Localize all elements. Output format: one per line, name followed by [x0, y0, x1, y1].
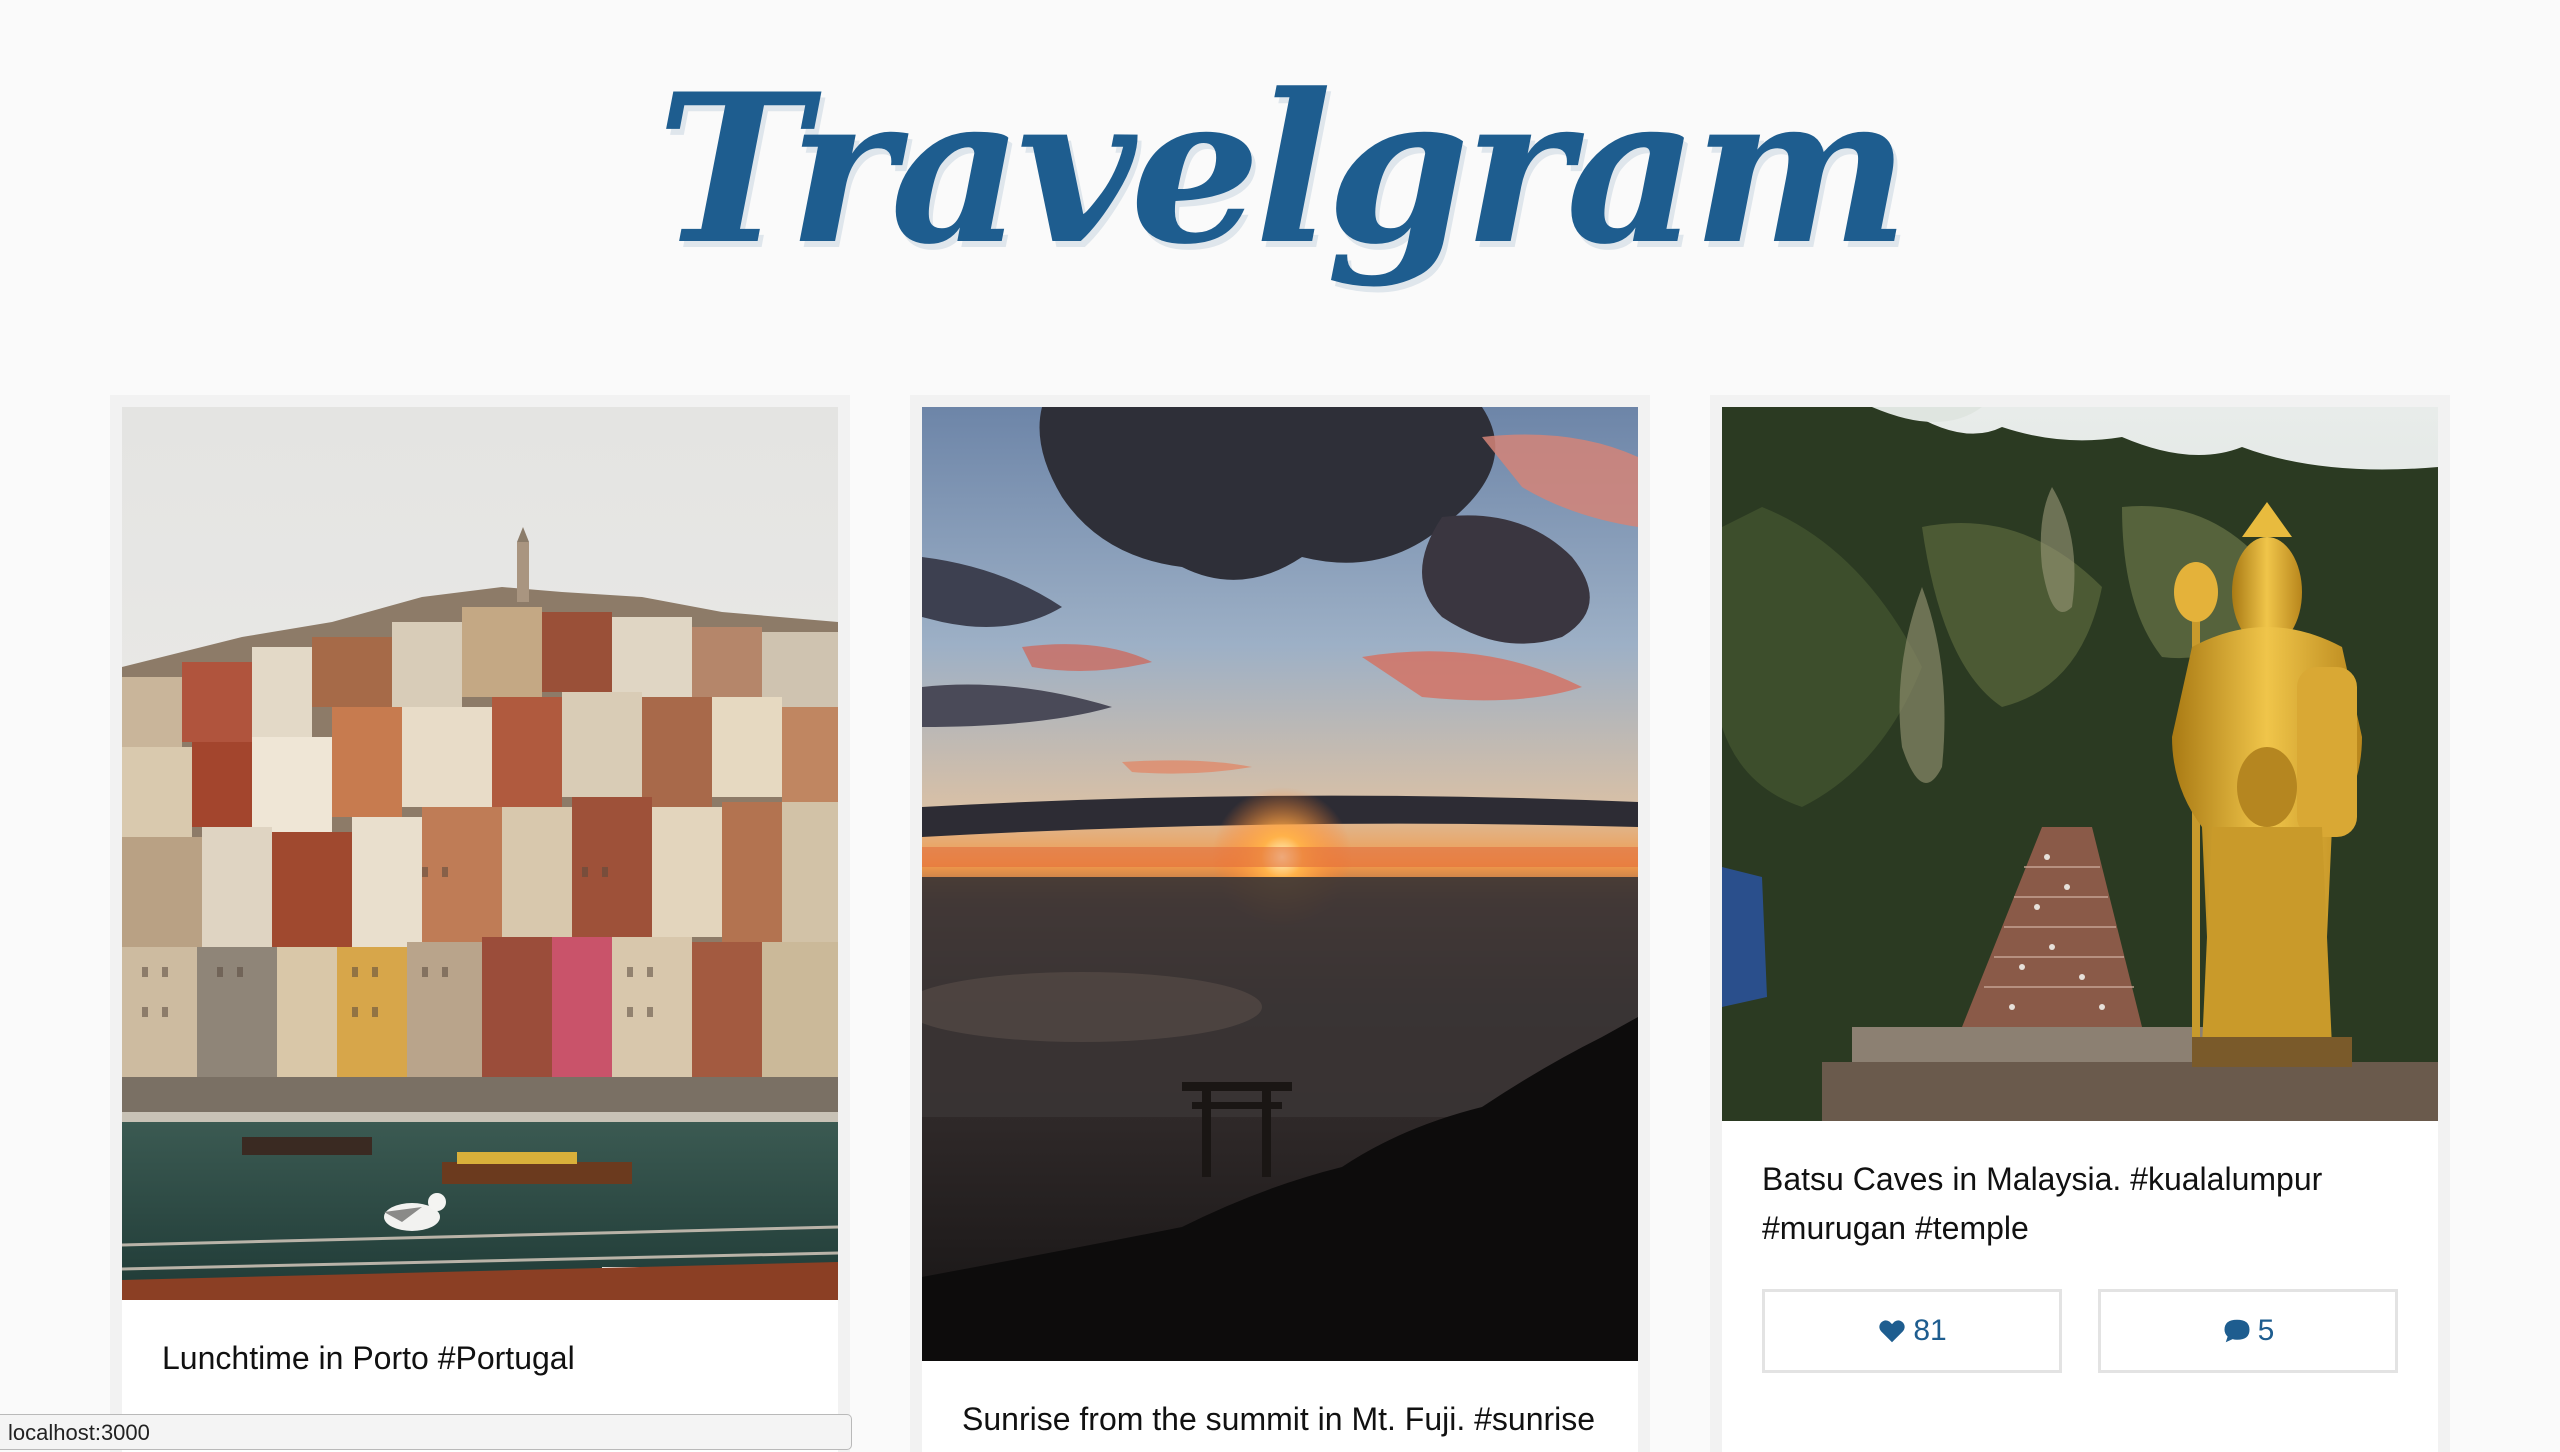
- app-logo[interactable]: Travelgram: [0, 40, 2560, 300]
- post-actions: 81 5: [1762, 1289, 2398, 1373]
- page: Travelgram Lunchtime in Porto #Portugal …: [0, 0, 2560, 1452]
- post-caption: Lunchtime in Porto #Portugal: [162, 1340, 575, 1376]
- photo-batu-caves[interactable]: [1722, 407, 2438, 1121]
- photo-card: Sunrise from the summit in Mt. Fuji. #su…: [910, 395, 1650, 1452]
- photo-porto[interactable]: [122, 407, 838, 1300]
- comment-count: 5: [2257, 1314, 2275, 1347]
- speech-bubble-icon: [2222, 1316, 2252, 1346]
- photo-grid: Lunchtime in Porto #Portugal Sunrise fro…: [110, 395, 2450, 1452]
- photo-card: Lunchtime in Porto #Portugal: [110, 395, 850, 1452]
- heart-icon: [1877, 1316, 1907, 1346]
- photo-card: Batsu Caves in Malaysia. #kualalumpur #m…: [1710, 395, 2450, 1452]
- post-caption: Sunrise from the summit in Mt. Fuji. #su…: [962, 1401, 1596, 1437]
- post-caption: Batsu Caves in Malaysia. #kualalumpur #m…: [1762, 1161, 2323, 1246]
- photo-fuji[interactable]: [922, 407, 1638, 1361]
- browser-status-bar: localhost:3000: [0, 1414, 852, 1450]
- comment-button[interactable]: 5: [2098, 1289, 2398, 1373]
- like-count: 81: [1913, 1314, 1947, 1347]
- like-button[interactable]: 81: [1762, 1289, 2062, 1373]
